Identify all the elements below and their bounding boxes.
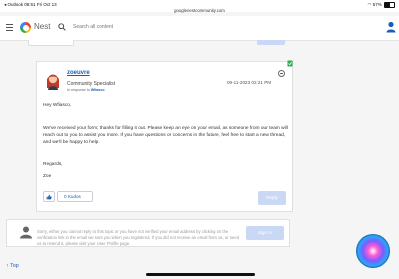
in-response-prefix: In response to [67, 88, 90, 92]
reply-button[interactable]: Reply [258, 191, 286, 205]
post-signature: Zoe [43, 174, 52, 179]
user-profile-icon[interactable] [386, 21, 396, 33]
reply-post-card: zoeuvre Community Specialist In response… [36, 60, 293, 212]
post-greeting: Hey Wfiasco, [43, 103, 72, 108]
wifi-icon: ◠ [367, 2, 372, 8]
hamburger-menu-icon[interactable] [6, 24, 13, 31]
reply-restriction-notice: Sorry, either you cannot reply to this t… [6, 219, 290, 247]
accepted-solution-icon [287, 60, 293, 67]
sign-in-button[interactable]: Sign In [246, 226, 284, 240]
kudos-count[interactable]: 0 Kudos [57, 191, 93, 202]
back-to-top-label: Top [10, 263, 19, 269]
search-icon[interactable] [58, 23, 66, 31]
battery-percent: 57% [372, 2, 382, 8]
notice-text: Sorry, either you cannot reply to this t… [37, 229, 240, 247]
status-right: ◠ 57% [368, 2, 395, 8]
status-time: 08:51 [24, 2, 36, 7]
search-input[interactable]: Search all content [73, 24, 113, 30]
thumbs-up-icon [46, 194, 52, 199]
status-date: Fri Oct 13 [36, 2, 57, 7]
google-logo[interactable] [20, 22, 31, 33]
post-options-icon[interactable] [278, 70, 285, 77]
kudos-button[interactable] [43, 191, 55, 202]
post-paragraph: We've received your form; thanks for fil… [43, 126, 288, 145]
arrow-up-icon: ↑ [6, 263, 9, 269]
home-indicator[interactable] [146, 273, 255, 276]
author-avatar[interactable] [45, 71, 61, 90]
in-response-to: In response to Wfiasco [67, 88, 105, 92]
back-to-app-link[interactable]: ◂ Outlook [4, 2, 23, 7]
battery-icon [384, 2, 395, 8]
site-header: Nest Search all content [0, 16, 399, 41]
author-name-link[interactable]: zoeuvre [67, 70, 90, 76]
previous-reply-button[interactable] [257, 40, 285, 45]
post-date: 09-11-2023 02:21 PM [227, 80, 272, 85]
previous-kudos-button[interactable] [28, 40, 74, 46]
siri-orb-icon[interactable] [356, 234, 390, 268]
in-response-user-link[interactable]: Wfiasco [91, 88, 105, 92]
brand-name[interactable]: Nest [34, 22, 50, 31]
status-bar: ◂ Outlook 08:51 Fri Oct 13 googlenestcom… [0, 0, 399, 13]
author-role: Community Specialist [67, 81, 116, 87]
back-to-top-link[interactable]: ↑ Top [6, 263, 19, 269]
post-signoff: Regards, [43, 162, 63, 167]
guest-user-icon [20, 226, 32, 239]
battery-fill [385, 3, 391, 7]
url-bar[interactable]: googlenestcommunity.com [0, 8, 399, 13]
